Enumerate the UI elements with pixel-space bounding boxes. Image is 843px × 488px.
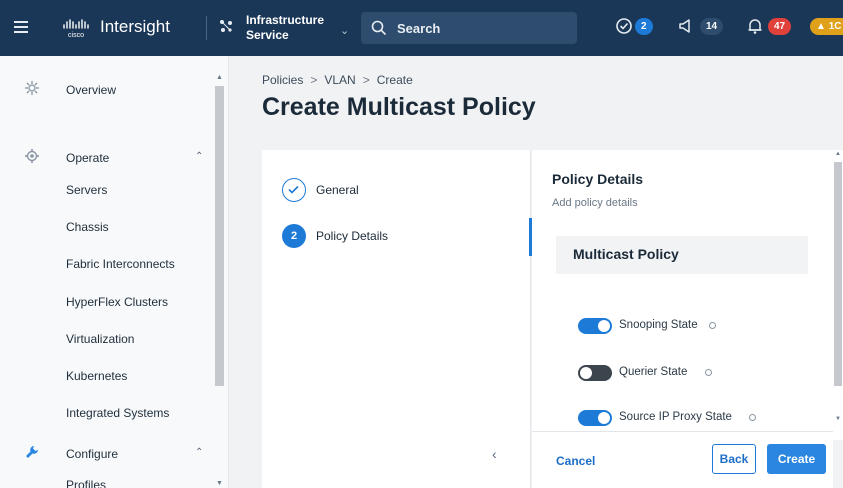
announcements-count: 14	[706, 21, 718, 32]
sidebar-item-fabric-interconnects[interactable]: Fabric Interconnects	[66, 257, 175, 271]
policy-details-panel: Policy Details Add policy details Multic…	[532, 150, 833, 488]
wizard-footer: Cancel Back Create	[532, 431, 833, 488]
sidebar-item-integrated-systems[interactable]: Integrated Systems	[66, 406, 169, 420]
info-icon[interactable]	[709, 322, 716, 329]
sidebar-item-label: Configure	[66, 447, 119, 461]
step-policy-details[interactable]: 2 Policy Details	[282, 224, 522, 250]
chevron-up-icon[interactable]: ⌃	[195, 151, 203, 162]
service-label-line1: Infrastructure	[246, 13, 325, 27]
multicast-policy-header: Multicast Policy	[556, 236, 808, 274]
source-ip-proxy-state-toggle[interactable]	[578, 410, 612, 426]
megaphone-icon[interactable]	[677, 17, 695, 35]
sidebar-item-label: Overview	[66, 83, 117, 97]
sidebar-item-hyperflex-clusters[interactable]: HyperFlex Clusters	[66, 295, 168, 309]
search-icon	[371, 20, 387, 36]
info-icon[interactable]	[749, 414, 756, 421]
svg-text:cisco: cisco	[68, 32, 84, 39]
create-button[interactable]: Create	[767, 444, 826, 474]
step-label: General	[316, 183, 359, 197]
service-label-line2: Service	[246, 28, 289, 42]
querier-state-toggle[interactable]	[578, 365, 612, 381]
overview-icon	[25, 81, 39, 95]
sidebar-item-virtualization[interactable]: Virtualization	[66, 332, 134, 346]
menu-icon[interactable]	[14, 21, 28, 33]
announcements-badge[interactable]: 14	[700, 18, 724, 35]
bell-icon[interactable]	[746, 17, 764, 35]
scroll-down-arrow-icon[interactable]: ▼	[833, 416, 843, 422]
back-button[interactable]: Back	[712, 444, 756, 474]
breadcrumb-separator: >	[310, 73, 318, 87]
app-title: Intersight	[100, 17, 170, 36]
scrollbar-thumb[interactable]	[215, 86, 224, 386]
scroll-up-arrow-icon[interactable]: ▲	[833, 151, 843, 157]
section-header-label: Multicast Policy	[573, 246, 679, 262]
toggle-label: Querier State	[619, 366, 688, 378]
check-circle-icon[interactable]	[615, 17, 633, 35]
breadcrumb-create: Create	[376, 73, 413, 87]
step-complete-icon	[282, 178, 306, 202]
wrench-icon	[26, 446, 38, 458]
search-placeholder: Search	[397, 21, 441, 36]
chevron-left-icon[interactable]: ‹	[492, 446, 497, 462]
sidebar-item-configure[interactable]: Configure ⌃	[0, 434, 210, 470]
sidebar-item-chassis[interactable]: Chassis	[66, 220, 109, 234]
search-input[interactable]: Search	[361, 12, 577, 44]
querier-state-row: Querier State	[578, 363, 818, 383]
section-title: Policy Details	[552, 171, 644, 187]
sidebar-item-profiles[interactable]: Profiles	[66, 478, 106, 488]
operate-icon	[25, 149, 39, 163]
cancel-button[interactable]: Cancel	[556, 454, 595, 468]
snooping-state-row: Snooping State	[578, 316, 818, 336]
sidebar-item-overview[interactable]: Overview	[0, 70, 210, 106]
scrollbar-thumb[interactable]	[834, 162, 842, 386]
critical-alarms-badge[interactable]: 47	[768, 18, 792, 35]
scroll-up-arrow-icon[interactable]: ▲	[214, 74, 225, 81]
service-icon[interactable]	[218, 18, 234, 34]
chevron-down-icon[interactable]: ⌄	[340, 24, 349, 37]
page-title: Create Multicast Policy	[262, 93, 536, 121]
chevron-up-icon[interactable]: ⌃	[195, 447, 203, 458]
divider	[206, 16, 207, 40]
scroll-down-arrow-icon[interactable]: ▼	[214, 480, 225, 487]
warning-alarms-badge[interactable]: ▲ 1C	[810, 18, 843, 35]
top-bar: cisco Intersight Infrastructure Service …	[0, 0, 843, 56]
breadcrumb: Policies > VLAN > Create	[262, 73, 413, 87]
step-general[interactable]: General	[282, 178, 522, 204]
details-scrollbar[interactable]: ▲ ▼	[833, 150, 843, 440]
sidebar-item-label: Operate	[66, 151, 110, 165]
sidebar-item-kubernetes[interactable]: Kubernetes	[66, 369, 127, 383]
breadcrumb-policies[interactable]: Policies	[262, 73, 303, 87]
status-badge[interactable]: 2	[635, 18, 653, 35]
toggle-label: Snooping State	[619, 319, 698, 331]
warning-icon: ▲	[816, 21, 829, 32]
sidebar: Overview Operate ⌃ Servers Chassis Fabri…	[0, 56, 229, 488]
warning-count: 1C	[828, 21, 842, 32]
step-label: Policy Details	[316, 229, 389, 243]
service-selector[interactable]: Infrastructure Service	[246, 13, 336, 43]
breadcrumb-separator: >	[362, 73, 370, 87]
source-ip-proxy-state-row: Source IP Proxy State	[578, 408, 818, 428]
wizard-steps-panel: General 2 Policy Details ‹	[262, 150, 532, 488]
toggle-label: Source IP Proxy State	[619, 411, 732, 423]
snooping-state-toggle[interactable]	[578, 318, 612, 334]
critical-count: 47	[774, 21, 786, 32]
sidebar-item-operate[interactable]: Operate ⌃	[0, 138, 210, 174]
breadcrumb-vlan[interactable]: VLAN	[324, 73, 355, 87]
status-count: 2	[641, 21, 647, 32]
info-icon[interactable]	[705, 369, 712, 376]
step-number: 2	[282, 224, 306, 248]
cisco-logo: cisco	[63, 19, 89, 39]
sidebar-scrollbar[interactable]: ▲ ▼	[214, 74, 225, 488]
section-subtitle: Add policy details	[552, 197, 638, 209]
sidebar-item-servers[interactable]: Servers	[66, 183, 107, 197]
